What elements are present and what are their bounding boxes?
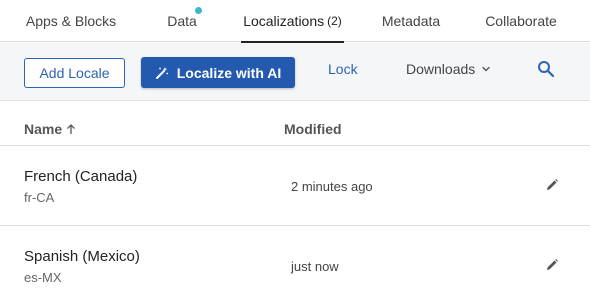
search-button[interactable] bbox=[537, 60, 555, 78]
tab-localizations[interactable]: Localizations (2) bbox=[241, 0, 344, 43]
lock-button[interactable]: Lock bbox=[328, 61, 358, 77]
pencil-icon[interactable] bbox=[545, 258, 559, 272]
chevron-down-icon bbox=[481, 64, 491, 74]
tab-metadata-label: Metadata bbox=[381, 13, 441, 29]
locale-name: Spanish (Mexico) bbox=[24, 248, 140, 265]
table-row[interactable]: Spanish (Mexico) es-MX just now bbox=[0, 226, 590, 305]
tab-localizations-label: Localizations bbox=[243, 13, 325, 29]
arrow-up-icon bbox=[66, 123, 76, 135]
search-icon bbox=[537, 60, 555, 78]
data-notification-dot bbox=[195, 7, 202, 14]
column-header-name[interactable]: Name bbox=[24, 121, 76, 137]
localize-with-ai-button[interactable]: Localize with AI bbox=[141, 57, 295, 88]
downloads-dropdown[interactable]: Downloads bbox=[406, 61, 491, 77]
tab-bar: Apps & Blocks Data Localizations (2) Met… bbox=[0, 0, 590, 43]
column-modified-label: Modified bbox=[284, 121, 342, 137]
tab-data-label: Data bbox=[167, 13, 197, 29]
column-name-label: Name bbox=[24, 121, 63, 137]
tab-collaborate-label: Collaborate bbox=[485, 13, 557, 29]
add-locale-button[interactable]: Add Locale bbox=[24, 58, 125, 88]
tab-collaborate[interactable]: Collaborate bbox=[478, 0, 564, 42]
toolbar: Add Locale Localize with AI Lock Downloa… bbox=[0, 43, 590, 101]
table-header: Name Modified bbox=[0, 101, 590, 146]
locale-code: fr-CA bbox=[24, 190, 55, 205]
downloads-label: Downloads bbox=[406, 61, 476, 77]
modified-time: just now bbox=[291, 259, 339, 274]
localize-with-ai-label: Localize with AI bbox=[176, 64, 282, 81]
tab-apps-blocks-label: Apps & Blocks bbox=[25, 13, 117, 29]
tab-data[interactable]: Data bbox=[152, 0, 212, 42]
tab-apps-blocks[interactable]: Apps & Blocks bbox=[18, 0, 124, 42]
locale-code: es-MX bbox=[24, 270, 62, 285]
tab-metadata[interactable]: Metadata bbox=[372, 0, 450, 42]
magic-wand-icon bbox=[155, 66, 169, 80]
table-row[interactable]: French (Canada) fr-CA 2 minutes ago bbox=[0, 146, 590, 226]
locale-name: French (Canada) bbox=[24, 168, 138, 185]
tab-localizations-count: (2) bbox=[327, 14, 342, 28]
add-locale-label: Add Locale bbox=[39, 65, 110, 81]
modified-time: 2 minutes ago bbox=[291, 179, 373, 194]
column-header-modified[interactable]: Modified bbox=[284, 121, 342, 137]
lock-label: Lock bbox=[328, 61, 358, 77]
pencil-icon[interactable] bbox=[545, 178, 559, 192]
